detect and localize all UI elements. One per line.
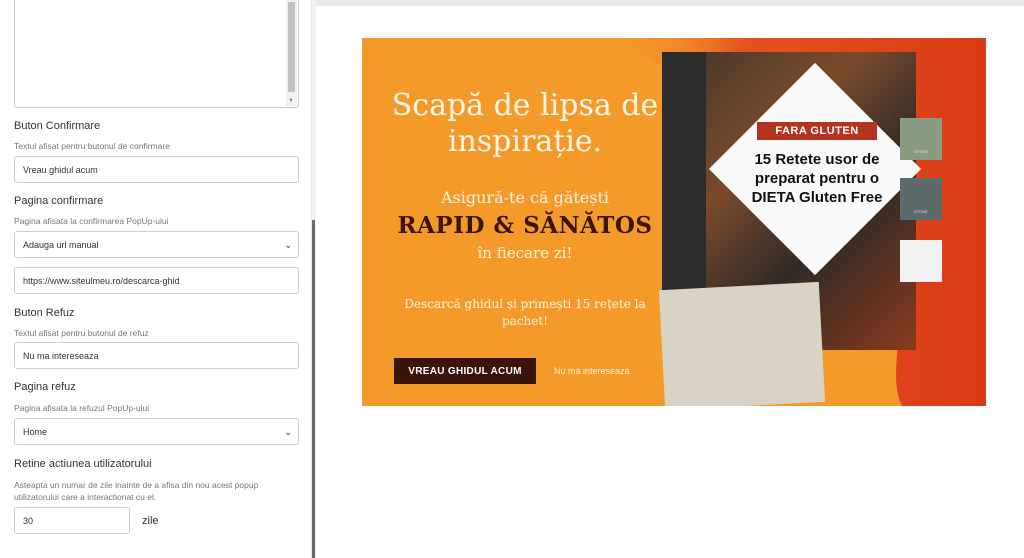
- refuse-button-text-input[interactable]: Nu ma intereseaza: [14, 342, 299, 369]
- color-swatch-3: [900, 240, 942, 282]
- panel-scrollbar[interactable]: [312, 220, 315, 558]
- banner-line-3: în fiecare zi!: [477, 244, 573, 262]
- color-swatch-2: STONE: [900, 178, 942, 220]
- chevron-down-icon: ⌄: [284, 240, 292, 250]
- banner-headline: Scapă de lipsa de inspirație.: [391, 88, 659, 159]
- gluten-free-ribbon: FARA GLUTEN: [757, 122, 877, 140]
- torn-paper-image: [658, 281, 826, 406]
- banner-line-4: Descarcă ghidul și primești 15 rețete la…: [404, 297, 646, 328]
- refuse-page-select[interactable]: Home ⌄: [14, 418, 299, 445]
- refuse-button[interactable]: Nu ma intereseaza: [554, 358, 664, 384]
- confirm-button-label: Buton Confirmare: [14, 120, 101, 132]
- textarea-scroll-thumb[interactable]: [288, 2, 295, 92]
- popup-banner: Scapă de lipsa de inspirație. Asigură-te…: [362, 38, 986, 406]
- retain-days-input[interactable]: 30: [14, 507, 130, 534]
- banner-line-2: RAPID & SĂNĂTOS: [397, 212, 653, 239]
- days-unit-label: zile: [142, 515, 159, 527]
- confirm-url-input[interactable]: https://www.siteulmeu.ro/descarca-ghid: [14, 267, 299, 294]
- confirm-page-label: Pagina confirmare: [14, 195, 104, 207]
- refuse-page-hint: Pagina afisata la refuzul PopUp-ului: [14, 403, 150, 413]
- confirm-button-text-value: Vreau ghidul acum: [23, 164, 98, 175]
- confirm-page-hint: Pagina afisata la confirmarea PopUp-ului: [14, 216, 169, 226]
- refuse-button-hint: Textul afisat pentru butonul de refuz: [14, 328, 149, 338]
- confirm-url-value: https://www.siteulmeu.ro/descarca-ghid: [23, 275, 180, 286]
- chevron-down-icon: ⌄: [284, 427, 292, 437]
- textarea-scrollbar[interactable]: ▼: [286, 0, 297, 106]
- book-shadow: [662, 52, 712, 302]
- scroll-down-icon[interactable]: ▼: [288, 98, 294, 104]
- refuse-button-label: Buton Refuz: [14, 307, 75, 319]
- confirm-page-select[interactable]: Adauga url manual ⌄: [14, 231, 299, 258]
- refuse-page-label: Pagina refuz: [14, 381, 76, 393]
- settings-panel: ▼ Buton Confirmare Textul afisat pentru …: [0, 0, 312, 558]
- refuse-page-select-value: Home: [23, 426, 48, 437]
- retain-action-label: Retine actiunea utilizatorului: [14, 458, 152, 470]
- confirm-page-select-value: Adauga url manual: [23, 239, 99, 250]
- banner-line-1: Asigură-te că gătești: [440, 188, 610, 207]
- confirm-button[interactable]: VREAU GHIDUL ACUM: [394, 358, 536, 384]
- refuse-button-text-value: Nu ma intereseaza: [23, 350, 99, 361]
- retain-action-hint: Asteapta un numar de zile inainte de a a…: [14, 480, 259, 502]
- color-swatch-1: GREEN: [900, 118, 942, 160]
- retain-days-value: 30: [23, 515, 34, 526]
- confirm-button-text-input[interactable]: Vreau ghidul acum: [14, 156, 299, 183]
- confirm-button-hint: Textul afisat pentru butonul de confirma…: [14, 141, 170, 151]
- book-title: 15 Retete usor de preparat pentru o DIET…: [751, 151, 883, 206]
- message-textarea[interactable]: ▼: [14, 0, 299, 108]
